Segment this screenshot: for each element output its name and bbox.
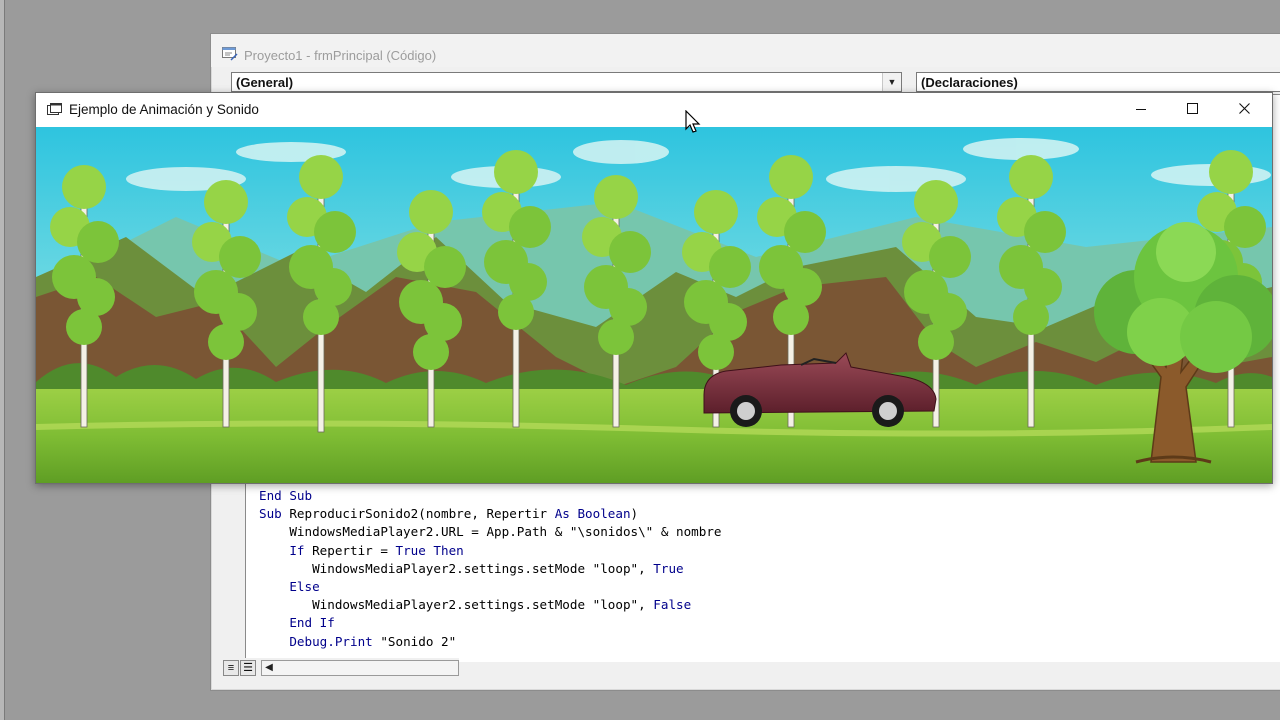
vb-code-icon — [222, 47, 238, 61]
close-icon — [1239, 103, 1250, 114]
code-text[interactable]: End Sub Sub ReproducirSonido2(nombre, Re… — [246, 487, 722, 651]
code-keyword: Sub — [259, 506, 290, 522]
code-keyword: If — [289, 542, 313, 558]
chevron-down-icon[interactable]: ▼ — [882, 73, 901, 91]
desktop-divider — [0, 0, 5, 720]
code-keyword: As Boolean — [554, 506, 631, 522]
code-window-titlebar[interactable]: Proyecto1 - frmPrincipal (Código) — [211, 34, 1280, 67]
maximize-button[interactable] — [1167, 93, 1219, 126]
code-text-token: ReproducirSonido2(nombre, Repertir — [289, 506, 555, 522]
full-module-view-icon[interactable]: ☰ — [240, 660, 256, 676]
code-text-token: WindowsMediaPlayer2.settings.setMode "lo… — [259, 597, 654, 613]
animation-scene — [36, 127, 1272, 483]
code-keyword: End If — [289, 615, 335, 631]
code-text-token: Repertir = — [312, 542, 396, 558]
editor-bottom-bar: ≡ ☰ ◀ — [223, 658, 459, 678]
close-button[interactable] — [1219, 93, 1271, 126]
form-icon — [47, 103, 62, 115]
procedure-view-icon[interactable]: ≡ — [223, 660, 239, 676]
grass-ground — [36, 389, 1272, 483]
scroll-left-icon[interactable]: ◀ — [262, 661, 276, 675]
code-window-title: Proyecto1 - frmPrincipal (Código) — [244, 48, 437, 63]
minimize-icon — [1136, 109, 1146, 110]
procedure-combo[interactable]: (Declaraciones) — [916, 72, 1280, 92]
code-keyword: True Then — [395, 542, 464, 558]
code-keyword: Debug.Print — [289, 633, 373, 649]
minimize-button[interactable] — [1115, 93, 1167, 126]
object-combo-value: (General) — [236, 75, 294, 90]
code-keyword: False — [653, 597, 692, 613]
animation-window-title: Ejemplo de Animación y Sonido — [69, 102, 259, 117]
code-keyword: End Sub — [259, 488, 313, 503]
animation-window: Ejemplo de Animación y Sonido — [35, 92, 1273, 484]
maximize-icon — [1187, 103, 1198, 114]
code-text-token: WindowsMediaPlayer2.settings.setMode "lo… — [259, 560, 654, 576]
code-text-token: ) — [630, 506, 639, 522]
code-text-token: "Sonido 2" — [372, 633, 457, 649]
procedure-combo-value: (Declaraciones) — [921, 75, 1018, 90]
mouse-pointer-icon — [685, 110, 701, 133]
object-combo[interactable]: (General) ▼ — [231, 72, 902, 92]
code-text-token: WindowsMediaPlayer2.URL = App.Path & "\s… — [259, 524, 722, 540]
code-keyword: True — [653, 560, 684, 576]
animation-window-titlebar[interactable]: Ejemplo de Animación y Sonido — [36, 93, 1272, 126]
horizontal-scrollbar[interactable]: ◀ — [261, 660, 459, 676]
code-keyword: Else — [289, 579, 320, 595]
